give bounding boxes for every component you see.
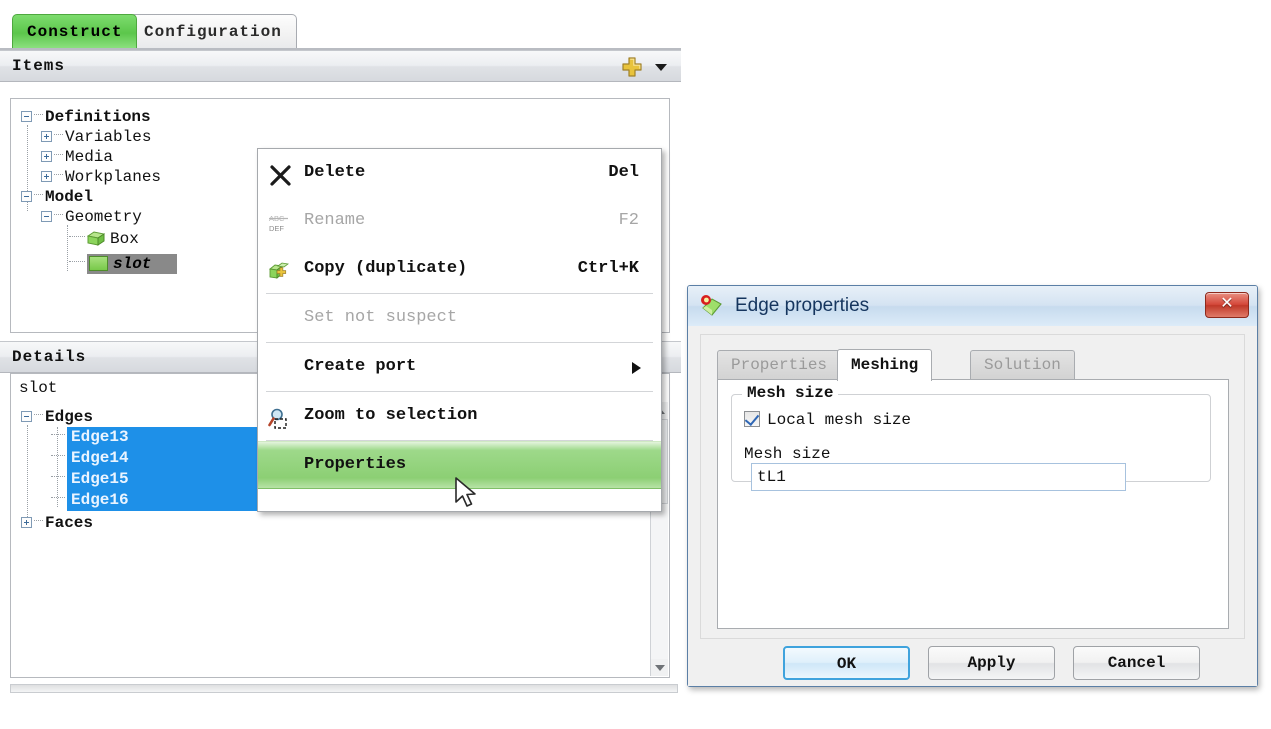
menu-item-copy-duplicate[interactable]: Copy (duplicate) Ctrl+K [258,245,661,293]
edge-properties-dialog[interactable]: Edge properties ✕ Properties Meshing Sol… [687,285,1258,687]
tab-construct[interactable]: Construct [12,14,138,48]
tab-meshing-label: Meshing [851,356,919,374]
close-icon-glyph: ✕ [1220,295,1234,312]
meshing-tab-panel: Mesh size Local mesh size Mesh sizetL1 [717,379,1229,629]
mesh-size-groupbox: Mesh size Local mesh size Mesh sizetL1 [731,384,1211,492]
menu-item-label: Delete [304,163,366,182]
menu-item-accel: Del [608,163,639,182]
submenu-arrow-icon [632,362,641,374]
mesh-size-input[interactable]: tL1 [751,463,1126,492]
tree-row-media[interactable]: Media [21,147,177,167]
tree-row-faces[interactable]: Faces [21,513,661,533]
abc-def-rename-icon: ABC DEF [268,209,294,233]
tab-properties-label: Properties [731,356,828,374]
dialog-button-row: OK Apply Cancel [688,646,1257,688]
svg-text:DEF: DEF [269,224,284,233]
scrollbar-down-button[interactable] [651,659,668,676]
tree-row-slot-selection[interactable]: slot [87,254,178,274]
details-title: Details [12,348,87,366]
tree-label: Media [65,148,114,166]
menu-item-rename[interactable]: ABC DEF Rename F2 [258,197,661,245]
mesh-size-label: Mesh size [744,445,831,463]
expander-collapse-icon[interactable] [21,111,32,123]
tree-label: Geometry [65,208,142,226]
ok-button-label: OK [836,655,857,673]
local-mesh-size-checkbox[interactable] [744,410,760,427]
zoom-to-selection-icon [268,404,294,429]
tree-label: Box [110,230,139,248]
mesh-size-row: Mesh sizetL1 [744,445,1210,492]
tree-label: slot [113,255,152,273]
expander-expand-icon[interactable] [21,517,32,529]
apply-button-label: Apply [967,654,1016,672]
apply-button[interactable]: Apply [928,646,1055,680]
tree-label: Edges [45,408,94,426]
dialog-titlebar[interactable]: Edge properties ✕ [688,286,1257,327]
tab-solution-label: Solution [984,356,1061,374]
items-title: Items [12,57,66,75]
edge-properties-icon [699,294,725,318]
menu-item-label: Zoom to selection [304,406,478,425]
menu-item-label: Create port [304,357,417,376]
details-object-name-label: slot [19,379,58,397]
copy-duplicate-icon [268,257,294,281]
menu-item-delete[interactable]: Delete Del [258,149,661,197]
expander-collapse-icon[interactable] [21,191,32,203]
tree-row-definitions[interactable]: Definitions [21,107,177,127]
expander-collapse-icon[interactable] [41,211,52,223]
tree-label: Workplanes [65,168,162,186]
tab-meshing[interactable]: Meshing [837,349,933,381]
dialog-body: Properties Meshing Solution Mesh size Lo… [688,326,1257,686]
tree-row-slot[interactable]: slot [21,251,178,277]
tree-row-model[interactable]: Model [21,187,177,207]
mouse-cursor [455,477,481,511]
menu-item-set-not-suspect[interactable]: Set not suspect [258,294,661,342]
tab-construct-label: Construct [27,23,123,41]
tree-row-geometry[interactable]: Geometry [21,207,177,227]
items-section-header: Items [0,50,681,82]
menu-item-zoom-to-selection[interactable]: Zoom to selection [258,392,661,440]
tab-solution[interactable]: Solution [970,350,1075,380]
expander-collapse-icon[interactable] [21,411,32,423]
close-icon[interactable]: ✕ [1205,292,1249,318]
menu-item-label: Set not suspect [304,308,458,327]
tab-configuration-label: Configuration [144,23,282,41]
panel-tabstrip: Construct Configuration [0,14,681,50]
tree-label: Model [45,188,94,206]
ok-button[interactable]: OK [783,646,910,680]
panel-bottom-strip [10,684,678,693]
menu-item-accel: Ctrl+K [577,259,639,278]
local-mesh-size-label: Local mesh size [767,411,912,429]
cube-icon [86,231,106,247]
mesh-size-groupbox-title: Mesh size [742,384,839,402]
menu-item-label: Properties [304,455,407,474]
tab-configuration[interactable]: Configuration [129,14,297,48]
chevron-down-icon [655,665,665,671]
tree-row-workplanes[interactable]: Workplanes [21,167,177,187]
expander-expand-icon[interactable] [41,151,52,163]
menu-item-label: Rename [304,211,366,230]
menu-item-accel: F2 [618,211,639,230]
delete-x-icon [268,161,294,186]
tree-label: Variables [65,128,152,146]
tree-row-variables[interactable]: Variables [21,127,177,147]
check-icon [744,410,760,427]
expander-expand-icon[interactable] [41,171,52,183]
dialog-title: Edge properties [735,295,870,316]
tree-label: Definitions [45,108,151,126]
dialog-inner-frame: Properties Meshing Solution Mesh size Lo… [700,334,1245,639]
expander-expand-icon[interactable] [41,131,52,143]
plus-icon[interactable] [621,56,643,78]
menu-item-create-port[interactable]: Create port [258,343,661,391]
tab-properties[interactable]: Properties [717,350,842,380]
face-icon [89,256,108,272]
menu-item-label: Copy (duplicate) [304,259,468,278]
tree-row-box[interactable]: Box [21,227,177,251]
tree-label: Faces [45,514,94,532]
cancel-button-label: Cancel [1107,654,1166,672]
local-mesh-size-row[interactable]: Local mesh size [744,410,912,429]
chevron-down-icon[interactable] [655,64,667,71]
cancel-button[interactable]: Cancel [1073,646,1200,680]
context-menu[interactable]: Delete Del ABC DEF Rename F2 Copy (dupli… [257,148,662,512]
